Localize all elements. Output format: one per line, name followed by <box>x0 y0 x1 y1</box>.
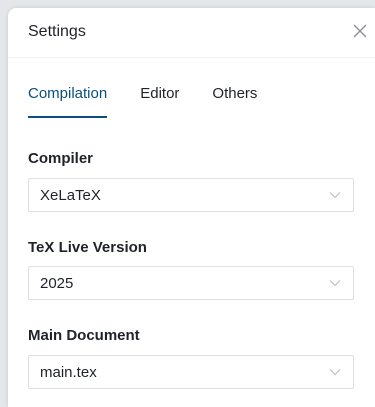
close-button[interactable] <box>351 22 369 40</box>
settings-dialog: Settings Compilation Editor Others Compi… <box>8 8 375 407</box>
tab-compilation[interactable]: Compilation <box>28 84 108 118</box>
close-icon <box>353 24 367 38</box>
dialog-header: Settings <box>8 8 375 58</box>
compiler-value: XeLaTeX <box>40 187 101 204</box>
chevron-down-icon <box>329 192 341 199</box>
main-document-value: main.tex <box>40 364 97 381</box>
chevron-down-icon <box>329 280 341 287</box>
texlive-version-select[interactable]: 2025 <box>28 266 354 300</box>
settings-tabs: Compilation Editor Others <box>28 84 290 124</box>
main-document-select[interactable]: main.tex <box>28 355 354 389</box>
tab-others[interactable]: Others <box>212 84 257 118</box>
main-document-label: Main Document <box>28 327 140 344</box>
texlive-version-value: 2025 <box>40 275 74 292</box>
texlive-version-label: TeX Live Version <box>28 239 147 256</box>
tab-editor[interactable]: Editor <box>140 84 179 118</box>
compiler-select[interactable]: XeLaTeX <box>28 178 354 212</box>
compiler-label: Compiler <box>28 150 94 167</box>
dialog-title: Settings <box>28 23 86 40</box>
chevron-down-icon <box>329 369 341 376</box>
